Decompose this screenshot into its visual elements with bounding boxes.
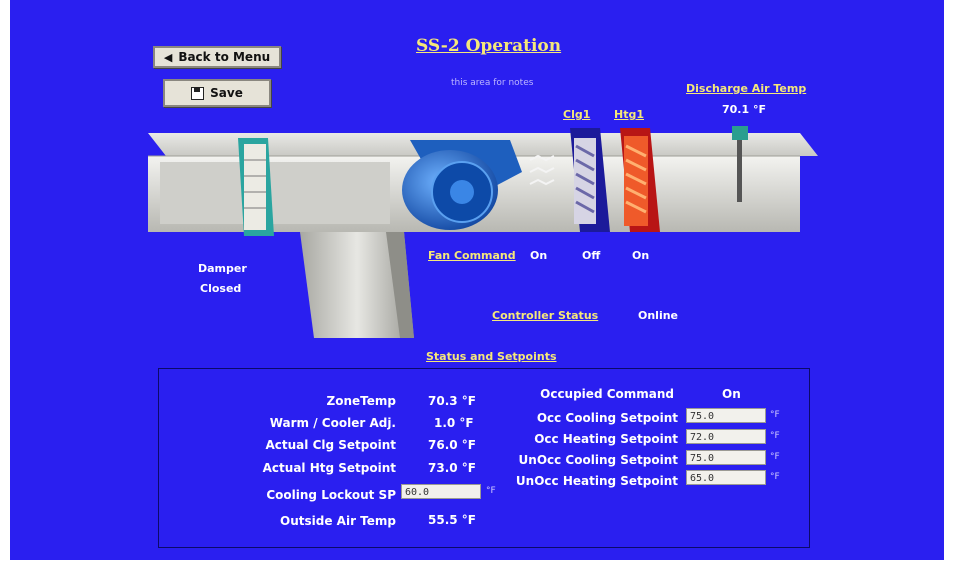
warm-cooler-adj-label: Warm / Cooler Adj. [269, 416, 396, 430]
unocc-cooling-setpoint-input[interactable]: 75.0 [686, 450, 766, 465]
htg1-state: On [632, 249, 650, 262]
actual-clg-setpoint-value: 76.0 °F [428, 438, 476, 452]
notes-area[interactable]: this area for notes [451, 78, 533, 88]
actual-clg-setpoint-label: Actual Clg Setpoint [265, 438, 397, 452]
occ-heating-setpoint-label: Occ Heating Setpoint [534, 432, 678, 446]
zone-temp-value: 70.3 °F [428, 394, 476, 408]
damper-label: Damper [198, 262, 247, 275]
save-label: Save [210, 86, 243, 100]
status-and-setpoints-header[interactable]: Status and Setpoints [426, 350, 557, 363]
page-title: SS-2 Operation [416, 36, 562, 56]
hmi-screen: ◀ Back to Menu Save SS-2 Operation this … [10, 0, 944, 560]
fan-command-state: On [530, 249, 548, 262]
unocc-cooling-setpoint-label: UnOcc Cooling Setpoint [518, 453, 678, 467]
damper-graphic [238, 138, 274, 236]
actual-htg-setpoint-value: 73.0 °F [428, 461, 476, 475]
controller-status-value: Online [638, 309, 679, 322]
save-button[interactable]: Save [163, 79, 271, 107]
occ-heating-setpoint-input[interactable]: 72.0 [686, 429, 766, 444]
htg1-label[interactable]: Htg1 [614, 108, 644, 121]
unocc-heating-setpoint-input[interactable]: 65.0 [686, 470, 766, 485]
unocc-heating-setpoint-label: UnOcc Heating Setpoint [515, 474, 678, 488]
discharge-air-temp-label[interactable]: Discharge Air Temp [686, 82, 806, 95]
occ-cooling-setpoint-label: Occ Cooling Setpoint [536, 411, 678, 425]
occupied-command-value: On [722, 387, 741, 401]
damper-state: Closed [200, 282, 242, 295]
outside-air-temp-label: Outside Air Temp [280, 514, 396, 528]
unocc-heating-unit: °F [770, 472, 780, 482]
fan-command-label[interactable]: Fan Command [428, 249, 516, 262]
cooling-lockout-sp-input[interactable]: 60.0 [401, 484, 481, 499]
occupied-command-label: Occupied Command [540, 387, 674, 401]
back-to-menu-label: Back to Menu [178, 50, 271, 64]
occ-heating-unit: °F [770, 431, 780, 441]
occ-cooling-unit: °F [770, 410, 780, 420]
save-disk-icon [191, 86, 205, 100]
outside-air-temp-value: 55.5 °F [428, 513, 476, 527]
unocc-cooling-unit: °F [770, 452, 780, 462]
occ-cooling-setpoint-input[interactable]: 75.0 [686, 408, 766, 423]
warm-cooler-adj-value: 1.0 °F [434, 416, 474, 430]
actual-htg-setpoint-label: Actual Htg Setpoint [262, 461, 396, 475]
clg1-state: Off [582, 249, 601, 262]
back-arrow-icon: ◀ [163, 50, 173, 64]
discharge-air-temp-value: 70.1 °F [722, 103, 766, 116]
clg1-label[interactable]: Clg1 [563, 108, 590, 121]
controller-status-label[interactable]: Controller Status [492, 309, 598, 322]
back-to-menu-button[interactable]: ◀ Back to Menu [153, 46, 281, 68]
cooling-lockout-unit: °F [486, 486, 496, 496]
zone-temp-label: ZoneTemp [326, 394, 396, 408]
cooling-lockout-sp-label: Cooling Lockout SP [266, 488, 396, 502]
